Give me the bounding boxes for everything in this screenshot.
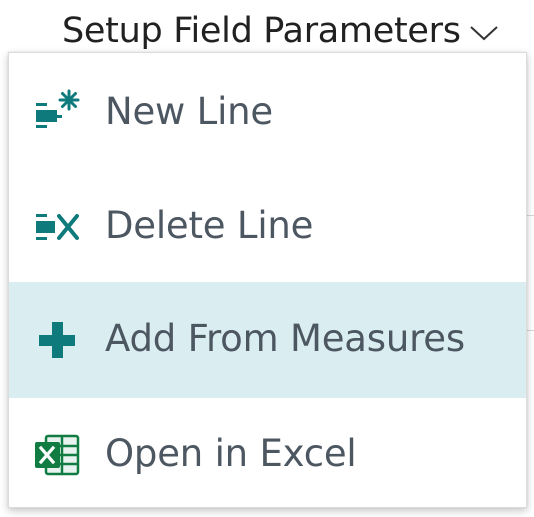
menu-item-open-in-excel[interactable]: Open in Excel — [9, 397, 526, 513]
menu-item-label: New Line — [105, 90, 273, 134]
new-line-icon — [36, 89, 80, 128]
menu-item-label: Open in Excel — [105, 432, 357, 476]
menu-item-add-from-measures[interactable]: Add From Measures — [9, 282, 526, 398]
background-divider — [526, 215, 534, 216]
plus-icon — [39, 322, 75, 358]
dropdown-menu: New Line Delete Line Add From Measures O… — [8, 52, 527, 508]
menu-item-new-line[interactable]: New Line — [9, 55, 526, 171]
menu-item-delete-line[interactable]: Delete Line — [9, 169, 526, 285]
delete-line-icon — [36, 214, 79, 240]
excel-icon — [35, 434, 80, 476]
menu-item-label: Add From Measures — [105, 317, 465, 361]
menu-item-label: Delete Line — [105, 204, 314, 248]
dropdown-title: Setup Field Parameters — [62, 10, 461, 51]
chevron-down-icon — [469, 26, 498, 41]
setup-field-parameters-dropdown[interactable]: Setup Field Parameters — [62, 8, 499, 54]
background-divider — [526, 330, 534, 331]
